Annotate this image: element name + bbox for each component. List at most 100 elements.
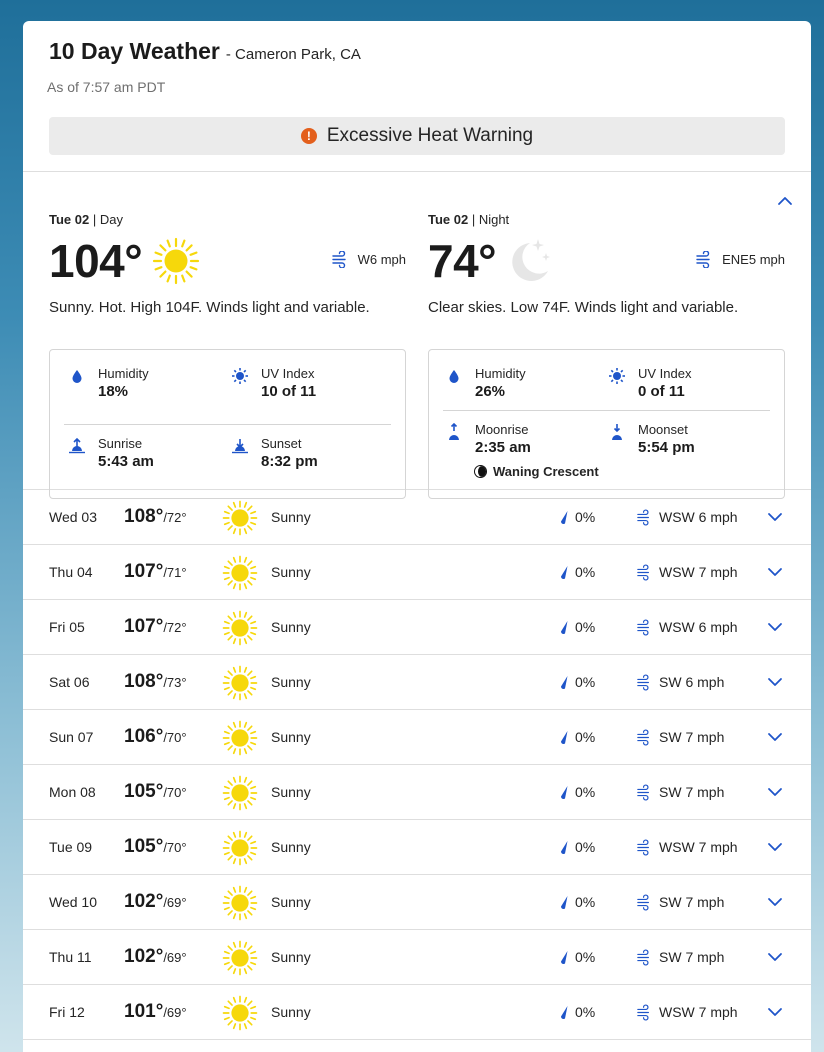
row-condition: Sunny (271, 949, 311, 965)
night-wind: ENE5 mph (696, 251, 785, 268)
row-low-temp: /70° (163, 840, 187, 855)
sun-icon (222, 995, 258, 1031)
row-day: Wed 10 (49, 894, 97, 910)
row-precip: 0% (559, 674, 595, 690)
wind-icon (637, 618, 649, 636)
row-low-temp: /70° (163, 730, 187, 745)
row-temps: 105°/70° (124, 836, 187, 858)
sunrise-detail: Sunrise 5:43 am (68, 436, 154, 470)
expand-chevron-down-icon[interactable] (767, 510, 783, 524)
raindrop-icon (561, 785, 568, 799)
row-precip: 0% (559, 729, 595, 745)
row-temps: 102°/69° (124, 891, 187, 913)
expand-chevron-down-icon[interactable] (767, 895, 783, 909)
daily-forecast-row[interactable]: Wed 10 102°/69° Sunny 0% SW 7 mph (23, 875, 811, 930)
row-day: Fri 05 (49, 619, 85, 635)
row-high-temp: 105° (124, 836, 164, 857)
row-day: Sun 07 (49, 729, 94, 745)
row-high-temp: 101° (124, 1001, 164, 1022)
row-condition: Sunny (271, 839, 311, 855)
expand-chevron-down-icon[interactable] (767, 785, 783, 799)
daily-forecast-row[interactable]: Thu 04 107°/71° Sunny 0% WSW 7 mph (23, 545, 811, 600)
row-wind: WSW 7 mph (637, 563, 738, 581)
row-temps: 108°/72° (124, 506, 187, 528)
row-high-temp: 107° (124, 561, 164, 582)
weather-card: 10 Day Weather - Cameron Park, CA As of … (23, 21, 811, 1052)
expand-chevron-down-icon[interactable] (767, 950, 783, 964)
excessive-heat-alert-button[interactable]: ! Excessive Heat Warning (49, 117, 785, 155)
day-narrative: Sunny. Hot. High 104F. Winds light and v… (49, 299, 370, 316)
daily-forecast-row[interactable]: Wed 03 108°/72° Sunny 0% WSW 6 mph (23, 490, 811, 545)
wind-icon (637, 673, 649, 691)
row-day: Sat 06 (49, 674, 90, 690)
divider (443, 410, 770, 411)
alert-icon: ! (300, 128, 317, 144)
row-day: Mon 08 (49, 784, 96, 800)
collapse-chevron-up-icon[interactable] (777, 194, 793, 208)
as-of-timestamp: As of 7:57 am PDT (47, 79, 166, 95)
raindrop-icon (561, 840, 568, 854)
row-day: Wed 03 (49, 509, 97, 525)
row-day: Fri 12 (49, 1004, 85, 1020)
sun-icon (222, 885, 258, 921)
wind-icon (637, 893, 649, 911)
raindrop-icon (561, 620, 568, 634)
row-high-temp: 108° (124, 506, 164, 527)
row-precip: 0% (559, 839, 595, 855)
daily-forecast-row[interactable]: Mon 08 105°/70° Sunny 0% SW 7 mph (23, 765, 811, 820)
expand-chevron-down-icon[interactable] (767, 565, 783, 579)
row-low-temp: /71° (163, 565, 187, 580)
today-detail-panel: Tue 02 | Day 104° W6 mph Sunny. Hot. Hig… (23, 172, 811, 499)
row-precip: 0% (559, 784, 595, 800)
humidity-drop-icon (449, 370, 459, 383)
daily-forecast-row[interactable]: Sun 07 106°/70° Sunny 0% SW 7 mph (23, 710, 811, 765)
row-wind: WSW 6 mph (637, 508, 738, 526)
alert-label: Excessive Heat Warning (326, 125, 534, 146)
row-low-temp: /69° (163, 950, 187, 965)
expand-chevron-down-icon[interactable] (767, 1005, 783, 1019)
daily-forecast-row[interactable]: Thu 11 102°/69° Sunny 0% SW 7 mph (23, 930, 811, 985)
night-details-box: Humidity 26% UV Index 0 of 11 Moonrise 2:35… (428, 349, 785, 499)
daily-forecast-row[interactable]: Fri 12 101°/69° Sunny 0% WSW 7 mph (23, 985, 811, 1040)
row-wind: WSW 7 mph (637, 1003, 738, 1021)
expand-chevron-down-icon[interactable] (767, 840, 783, 854)
daily-forecast-row[interactable]: Fri 05 107°/72° Sunny 0% WSW 6 mph (23, 600, 811, 655)
row-high-temp: 106° (124, 726, 164, 747)
row-precip: 0% (559, 894, 595, 910)
sunset-icon (232, 439, 248, 454)
row-low-temp: /69° (163, 895, 187, 910)
row-high-temp: 108° (124, 671, 164, 692)
raindrop-icon (561, 895, 568, 909)
uv-index-detail: UV Index 0 of 11 (608, 366, 691, 400)
row-low-temp: /72° (163, 620, 187, 635)
location-label: - Cameron Park, CA (225, 46, 361, 63)
humidity-detail: Humidity 26% (445, 366, 526, 400)
raindrop-icon (561, 730, 568, 744)
row-condition: Sunny (271, 619, 311, 635)
row-day: Thu 11 (49, 949, 92, 965)
row-precip: 0% (559, 509, 595, 525)
day-part-night: Tue 02 | Night 74° ENE5 mph Clear skies.… (428, 212, 785, 499)
row-temps: 105°/70° (124, 781, 187, 803)
row-condition: Sunny (271, 729, 311, 745)
row-low-temp: /73° (163, 675, 187, 690)
daily-forecast-row[interactable]: Tue 09 105°/70° Sunny 0% WSW 7 mph (23, 820, 811, 875)
row-temps: 107°/71° (124, 561, 187, 583)
row-low-temp: /70° (163, 785, 187, 800)
expand-chevron-down-icon[interactable] (767, 730, 783, 744)
uv-sun-icon (232, 368, 248, 384)
daily-forecast-row[interactable]: Sat 06 108°/73° Sunny 0% SW 6 mph (23, 655, 811, 710)
sun-icon (222, 720, 258, 756)
wind-icon (637, 948, 649, 966)
row-high-temp: 107° (124, 616, 164, 637)
sun-icon (222, 500, 258, 536)
row-low-temp: /72° (163, 510, 187, 525)
expand-chevron-down-icon[interactable] (767, 620, 783, 634)
row-high-temp: 102° (124, 891, 164, 912)
day-part-day: Tue 02 | Day 104° W6 mph Sunny. Hot. Hig… (49, 212, 406, 499)
row-wind: SW 7 mph (637, 783, 724, 801)
expand-chevron-down-icon[interactable] (767, 675, 783, 689)
wind-icon (637, 1003, 649, 1021)
row-wind: SW 6 mph (637, 673, 724, 691)
row-temps: 108°/73° (124, 671, 187, 693)
